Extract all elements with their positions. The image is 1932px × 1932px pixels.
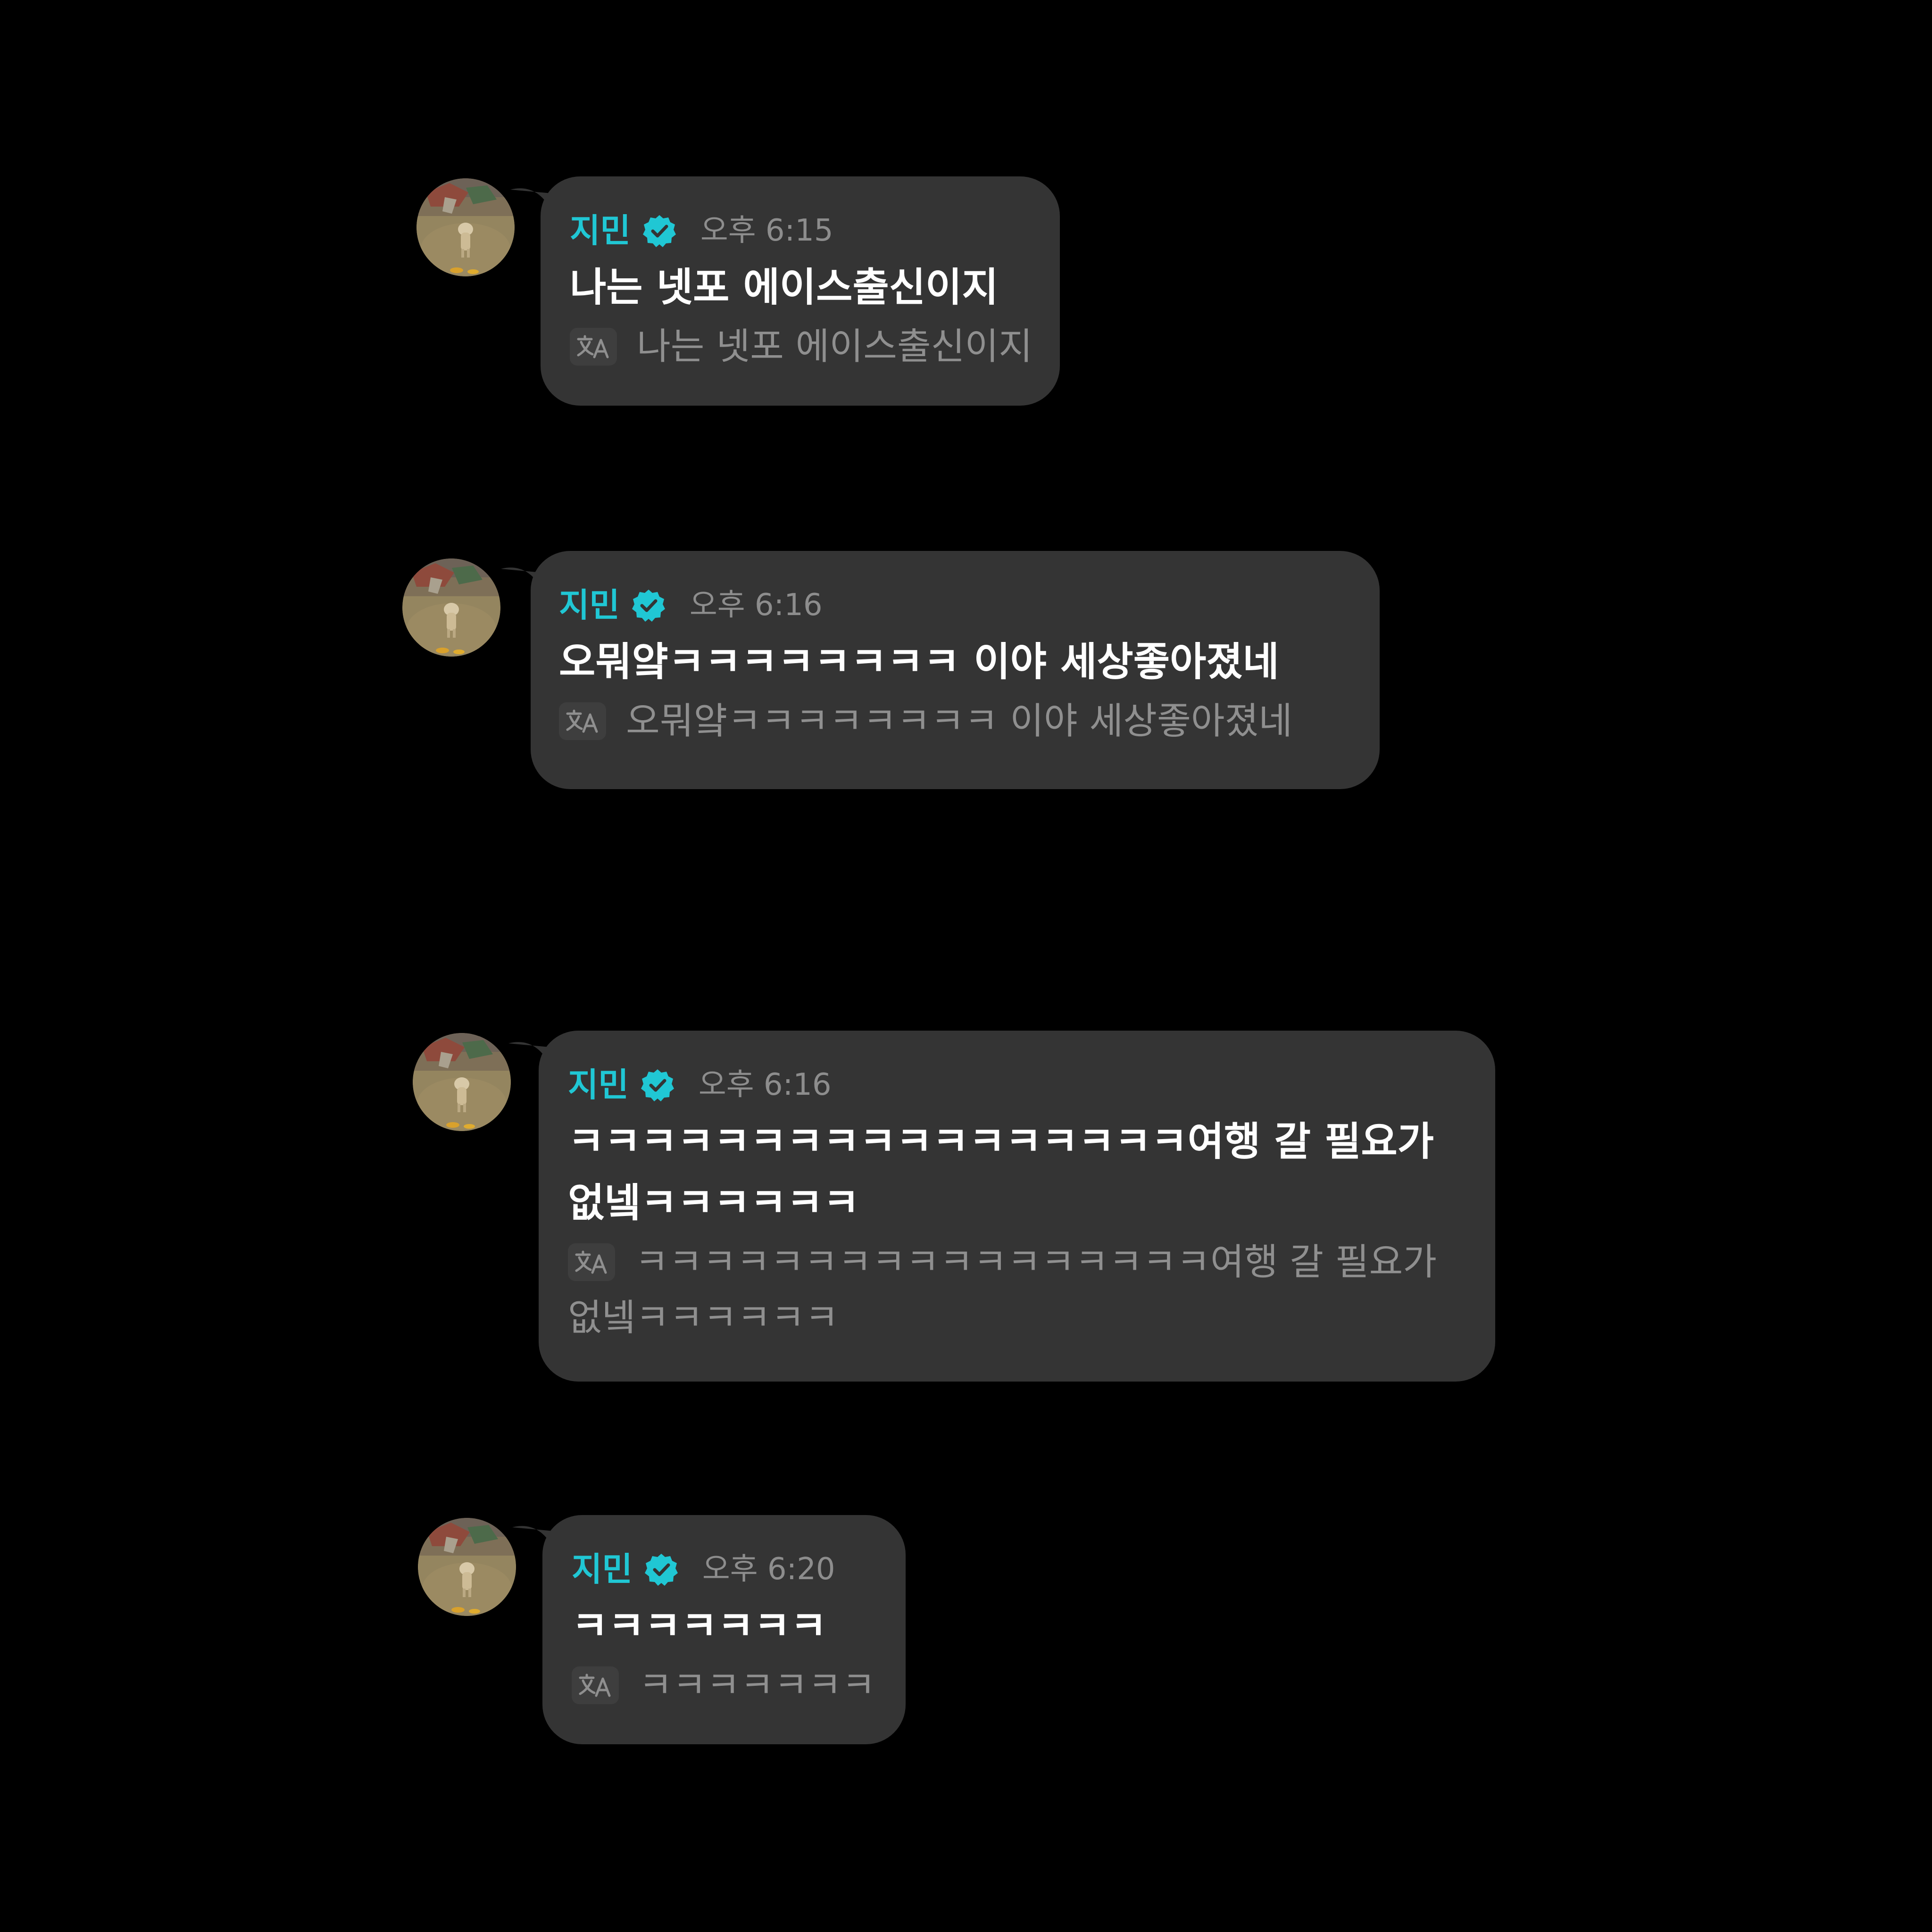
sender-name[interactable]: 지민 bbox=[570, 209, 631, 252]
message-translation: 오뭐얔ㅋㅋㅋㅋㅋㅋㅋㅋ 이야 세상좋아졌네 bbox=[559, 693, 1350, 749]
message-header: 지민 오후 6:15 bbox=[570, 209, 1031, 252]
message-bubble[interactable]: 지민 오후 6:16 오뭐얔ㅋㅋㅋㅋㅋㅋㅋㅋ 이야 세상좋아졌네 오뭐얔ㅋㅋㅋㅋ… bbox=[531, 551, 1380, 789]
translation-text: ㅋㅋㅋㅋㅋㅋㅋ bbox=[639, 1664, 876, 1707]
message-bubble[interactable]: 지민 오후 6:20 ㅋㅋㅋㅋㅋㅋㅋ ㅋㅋㅋㅋㅋㅋㅋ bbox=[542, 1515, 906, 1744]
avatar[interactable] bbox=[418, 1518, 516, 1616]
translation-text: 나는 넷포 에이스출신이지 bbox=[637, 325, 1033, 368]
message-timestamp: 오후 6:16 bbox=[698, 1067, 832, 1102]
sender-name[interactable]: 지민 bbox=[568, 1064, 629, 1106]
message-text: ㅋㅋㅋㅋㅋㅋㅋ bbox=[572, 1603, 827, 1649]
avatar[interactable] bbox=[416, 178, 515, 276]
message-text: 오뭐얔ㅋㅋㅋㅋㅋㅋㅋㅋ 이야 세상좋아졌네 bbox=[559, 639, 1279, 685]
translate-icon[interactable] bbox=[559, 702, 606, 740]
message-timestamp: 오후 6:20 bbox=[702, 1552, 835, 1587]
chat-screen: { "colors": { "background": "#000000", "… bbox=[0, 0, 1932, 1932]
translate-icon[interactable] bbox=[570, 328, 617, 366]
translate-icon[interactable] bbox=[572, 1666, 619, 1704]
message-text: ㅋㅋㅋㅋㅋㅋㅋㅋㅋㅋㅋㅋㅋㅋㅋㅋㅋ여행 갈 필요가 없넼ㅋㅋㅋㅋㅋㅋ bbox=[568, 1118, 1434, 1226]
message-timestamp: 오후 6:16 bbox=[689, 588, 823, 623]
message-header: 지민 오후 6:20 bbox=[572, 1548, 876, 1591]
message-header: 지민 오후 6:16 bbox=[559, 584, 1350, 626]
verified-badge-icon bbox=[645, 1553, 678, 1586]
verified-badge-icon bbox=[643, 214, 676, 247]
message-bubble[interactable]: 지민 오후 6:16 ㅋㅋㅋㅋㅋㅋㅋㅋㅋㅋㅋㅋㅋㅋㅋㅋㅋ여행 갈 필요가 없넼ㅋ… bbox=[539, 1031, 1495, 1382]
avatar[interactable] bbox=[402, 558, 500, 657]
message-bubble[interactable]: 지민 오후 6:15 나는 넷포 에이스출신이지 나는 넷포 에이스출신이지 bbox=[541, 176, 1060, 406]
avatar[interactable] bbox=[413, 1033, 511, 1131]
sender-name[interactable]: 지민 bbox=[559, 584, 620, 626]
translation-text: ㅋㅋㅋㅋㅋㅋㅋㅋㅋㅋㅋㅋㅋㅋㅋㅋㅋ여행 갈 필요가 없넼ㅋㅋㅋㅋㅋㅋ bbox=[568, 1241, 1437, 1339]
message-header: 지민 오후 6:16 bbox=[568, 1064, 1466, 1106]
sender-name[interactable]: 지민 bbox=[572, 1548, 633, 1591]
verified-badge-icon bbox=[641, 1068, 674, 1101]
verified-badge-icon bbox=[632, 589, 665, 622]
translation-text: 오뭐얔ㅋㅋㅋㅋㅋㅋㅋㅋ 이야 세상좋아졌네 bbox=[626, 700, 1293, 742]
message-translation: ㅋㅋㅋㅋㅋㅋㅋ bbox=[572, 1657, 876, 1713]
message-timestamp: 오후 6:15 bbox=[700, 213, 833, 248]
translate-icon[interactable] bbox=[568, 1243, 615, 1281]
message-text: 나는 넷포 에이스출신이지 bbox=[570, 264, 999, 310]
message-translation: 나는 넷포 에이스출신이지 bbox=[570, 319, 1033, 375]
message-translation: ㅋㅋㅋㅋㅋㅋㅋㅋㅋㅋㅋㅋㅋㅋㅋㅋㅋ여행 갈 필요가 없넼ㅋㅋㅋㅋㅋㅋ bbox=[568, 1234, 1466, 1346]
